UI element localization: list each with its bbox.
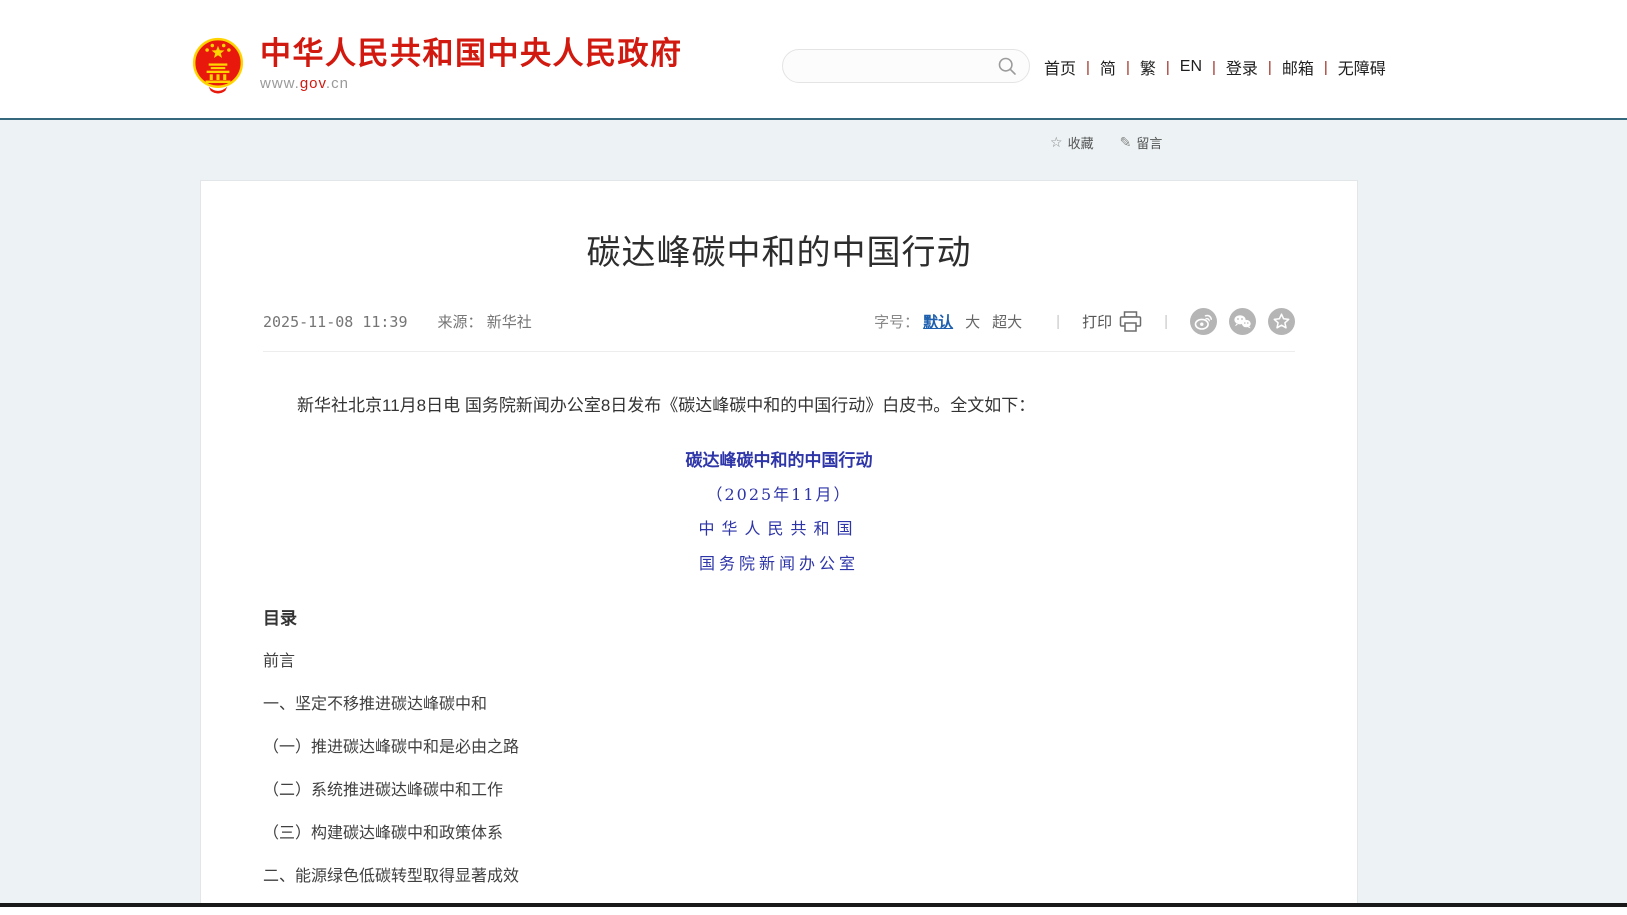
site-url-prefix: www. bbox=[260, 75, 300, 92]
print-label: 打印 bbox=[1082, 311, 1112, 332]
toc-item-1-3: （三）构建碳达峰碳中和政策体系 bbox=[263, 823, 1295, 844]
fontsize-default-button[interactable]: 默认 bbox=[923, 311, 953, 332]
fontsize-xlarge-button[interactable]: 超大 bbox=[992, 311, 1022, 332]
page-title: 碳达峰碳中和的中国行动 bbox=[263, 225, 1295, 274]
article-meta-row: 2025-11-08 11:39 来源： 新华社 字号： 默认 大 超大 | 打… bbox=[263, 308, 1295, 352]
document-date: （2025年11月） bbox=[263, 481, 1295, 505]
site-header: 中华人民共和国中央人民政府 www.gov.cn 首页 | 简 | 繁 | EN… bbox=[0, 0, 1627, 118]
search-icon[interactable] bbox=[997, 56, 1017, 76]
star-icon: ☆ bbox=[1050, 134, 1063, 151]
toc-heading: 目录 bbox=[263, 604, 1295, 629]
fontsize-large-button[interactable]: 大 bbox=[965, 311, 980, 332]
weibo-share-icon[interactable] bbox=[1190, 308, 1217, 335]
nav-separator: | bbox=[1166, 59, 1170, 76]
site-title: 中华人民共和国中央人民政府 bbox=[260, 36, 683, 72]
document-issuer-office: 国务院新闻办公室 bbox=[263, 550, 1295, 574]
comment-label: 留言 bbox=[1136, 133, 1162, 152]
article-card: 碳达峰碳中和的中国行动 2025-11-08 11:39 来源： 新华社 字号：… bbox=[200, 180, 1358, 915]
meta-right: 字号： 默认 大 超大 | 打印 | bbox=[874, 308, 1295, 335]
nav-mail[interactable]: 邮箱 bbox=[1282, 55, 1314, 79]
nav-login[interactable]: 登录 bbox=[1226, 55, 1258, 79]
meta-separator: | bbox=[1164, 313, 1168, 330]
source: 来源： 新华社 bbox=[438, 311, 532, 332]
nav-separator: | bbox=[1324, 59, 1328, 76]
nav-simplified[interactable]: 简 bbox=[1100, 55, 1116, 79]
site-url: www.gov.cn bbox=[260, 75, 683, 92]
national-emblem-icon bbox=[190, 36, 246, 94]
nav-traditional[interactable]: 繁 bbox=[1140, 55, 1156, 79]
favorite-label: 收藏 bbox=[1068, 133, 1094, 152]
window-bottom-margin bbox=[0, 907, 1627, 915]
comment-button[interactable]: ✎ 留言 bbox=[1120, 133, 1163, 152]
site-url-suffix: .cn bbox=[326, 75, 349, 92]
nav-separator: | bbox=[1268, 59, 1272, 76]
toc-item-preface: 前言 bbox=[263, 651, 1295, 672]
top-nav: 首页 | 简 | 繁 | EN | 登录 | 邮箱 | 无障碍 bbox=[1044, 55, 1386, 79]
pencil-icon: ✎ bbox=[1120, 134, 1132, 151]
publish-datetime: 2025-11-08 11:39 bbox=[263, 313, 408, 331]
search-input[interactable] bbox=[795, 58, 997, 74]
toc-item-2: 二、能源绿色低碳转型取得显著成效 bbox=[263, 866, 1295, 887]
toc-item-1: 一、坚定不移推进碳达峰碳中和 bbox=[263, 694, 1295, 715]
print-button[interactable]: 打印 bbox=[1082, 311, 1142, 332]
share-more-star-icon[interactable] bbox=[1268, 308, 1295, 335]
meta-left: 2025-11-08 11:39 来源： 新华社 bbox=[263, 311, 532, 332]
document-issuer-country: 中华人民共和国 bbox=[263, 515, 1295, 539]
nav-separator: | bbox=[1126, 59, 1130, 76]
toc-item-1-2: （二）系统推进碳达峰碳中和工作 bbox=[263, 780, 1295, 801]
site-url-domain: gov bbox=[300, 75, 326, 92]
meta-separator: | bbox=[1056, 313, 1060, 330]
toc-item-1-1: （一）推进碳达峰碳中和是必由之路 bbox=[263, 737, 1295, 758]
source-label: 来源： bbox=[438, 314, 483, 331]
printer-icon bbox=[1119, 311, 1142, 332]
quick-links: ☆ 收藏 ✎ 留言 bbox=[1050, 133, 1162, 152]
nav-accessibility[interactable]: 无障碍 bbox=[1338, 55, 1386, 79]
document-title: 碳达峰碳中和的中国行动 bbox=[263, 446, 1295, 471]
source-value[interactable]: 新华社 bbox=[487, 314, 532, 331]
share-icons bbox=[1190, 308, 1295, 335]
lead-paragraph: 新华社北京11月8日电 国务院新闻办公室8日发布《碳达峰碳中和的中国行动》白皮书… bbox=[263, 392, 1295, 420]
wechat-share-icon[interactable] bbox=[1229, 308, 1256, 335]
site-logo[interactable]: 中华人民共和国中央人民政府 www.gov.cn bbox=[190, 36, 683, 94]
nav-english[interactable]: EN bbox=[1180, 58, 1202, 76]
fontsize-label: 字号： bbox=[874, 311, 919, 332]
nav-separator: | bbox=[1212, 59, 1216, 76]
favorite-button[interactable]: ☆ 收藏 bbox=[1050, 133, 1094, 152]
search-box[interactable] bbox=[782, 49, 1030, 83]
nav-home[interactable]: 首页 bbox=[1044, 55, 1076, 79]
nav-separator: | bbox=[1086, 59, 1090, 76]
header-divider bbox=[0, 118, 1627, 120]
